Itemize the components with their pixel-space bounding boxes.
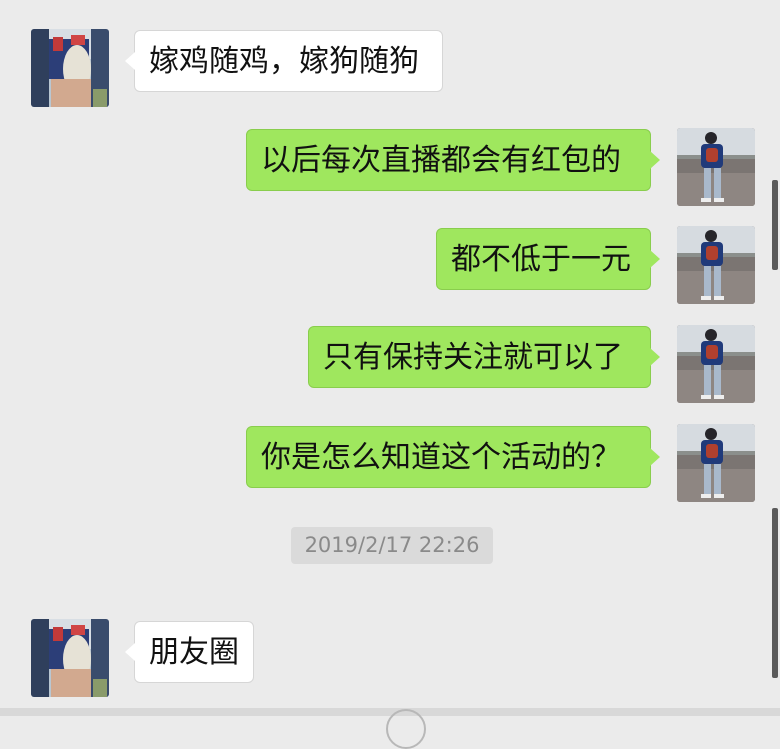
message-timestamp: 2019/2/17 22:26: [291, 527, 493, 564]
message-text: 都不低于一元: [451, 242, 631, 277]
my-avatar[interactable]: [677, 226, 755, 304]
message-bubble[interactable]: 都不低于一元: [436, 228, 660, 290]
walker-avatar-icon: [677, 226, 755, 304]
contact-avatar[interactable]: [31, 619, 109, 697]
contact-avatar[interactable]: [31, 29, 109, 107]
message-bubble[interactable]: 朋友圈: [125, 621, 254, 683]
message-text: 只有保持关注就可以了: [323, 340, 623, 375]
message-bubble[interactable]: 只有保持关注就可以了: [308, 326, 660, 388]
my-avatar[interactable]: [677, 424, 755, 502]
message-text: 嫁鸡随鸡，嫁狗随狗: [149, 44, 419, 79]
walker-avatar-icon: [677, 424, 755, 502]
girl-avatar-icon: [31, 619, 109, 697]
scrollbar-thumb[interactable]: [772, 508, 778, 678]
my-avatar[interactable]: [677, 325, 755, 403]
message-text: 以后每次直播都会有红包的: [261, 143, 621, 178]
message-text: 你是怎么知道这个活动的？: [261, 440, 621, 475]
my-avatar[interactable]: [677, 128, 755, 206]
girl-avatar-icon: [31, 29, 109, 107]
message-bubble[interactable]: 嫁鸡随鸡，嫁狗随狗: [125, 30, 443, 92]
walker-avatar-icon: [677, 325, 755, 403]
chat-conversation: 嫁鸡随鸡，嫁狗随狗 以后每次直播都会有红包的 都不低于一元 只有保持关注就可以了…: [0, 0, 780, 749]
scrollbar-thumb[interactable]: [772, 180, 778, 270]
message-bubble[interactable]: 你是怎么知道这个活动的？: [246, 426, 660, 488]
message-text: 朋友圈: [149, 635, 239, 670]
walker-avatar-icon: [677, 128, 755, 206]
circle-icon[interactable]: [386, 709, 426, 749]
message-bubble[interactable]: 以后每次直播都会有红包的: [246, 129, 660, 191]
